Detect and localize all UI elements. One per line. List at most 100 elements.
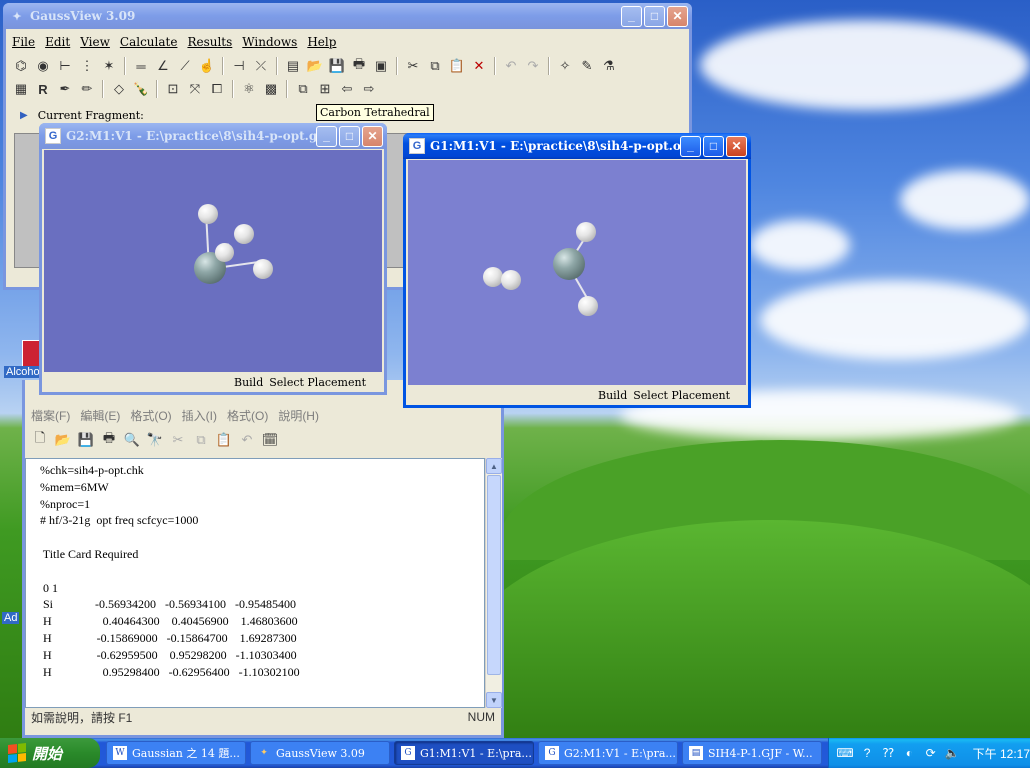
hydrogen-atom[interactable] (578, 296, 598, 316)
print-icon[interactable]: 🖶 (100, 430, 118, 449)
find-icon[interactable]: 🔭 (146, 431, 164, 449)
save-icon[interactable]: 💾 (328, 57, 346, 75)
arrow-left-icon[interactable]: ⇦ (338, 80, 356, 98)
new-icon[interactable]: 🗋 (31, 430, 49, 449)
maximize-button[interactable]: □ (703, 135, 724, 157)
open-icon[interactable]: 📂 (54, 431, 72, 449)
ring-icon[interactable]: ◉ (34, 57, 52, 75)
menu-help[interactable]: 說明(H) (278, 407, 319, 424)
arrow-right-icon[interactable]: ⇨ (360, 80, 378, 98)
maximize-button[interactable]: □ (339, 125, 360, 147)
minimize-button[interactable]: _ (680, 135, 701, 157)
hydrogen-atom[interactable] (215, 243, 234, 262)
save-icon[interactable]: 💾 (77, 431, 95, 449)
delete-icon[interactable]: ✕ (470, 57, 488, 75)
g1-molecule-window[interactable]: G G1:M1:V1 - E:\practice\8\sih4-p-opt.ou… (403, 133, 751, 408)
window-titlebar[interactable]: G G2:M1:V1 - E:\practice\8\sih4-p-opt.gj… (39, 123, 387, 149)
silicon-atom[interactable] (553, 248, 585, 280)
notepad-text-area[interactable]: %chk=sih4-p-opt.chk %mem=6MW %nproc=1 # … (25, 458, 485, 708)
undo-icon[interactable]: ↶ (502, 57, 520, 75)
task-g2[interactable]: G G2:M1:V1 - E:\pra... (538, 741, 678, 765)
menu-calculate[interactable]: Calculate (120, 35, 178, 49)
window-titlebar[interactable]: G G1:M1:V1 - E:\practice\8\sih4-p-opt.ou… (403, 133, 751, 159)
desktop-icon-label[interactable]: Alcoho (4, 366, 42, 378)
dihedral-icon[interactable]: ⟋ (176, 57, 194, 75)
menu-view[interactable]: View (80, 35, 110, 49)
vertical-scrollbar[interactable]: ▲ ▼ (485, 458, 502, 708)
copy-icon[interactable]: ⧉ (426, 57, 444, 75)
scroll-down-icon[interactable]: ▼ (486, 692, 502, 708)
paste-icon[interactable]: 📋 (215, 431, 233, 449)
notepad-window[interactable]: 檔案(F) 編輯(E) 格式(O) 插入(I) 格式(O) 說明(H) 🗋 📂 … (22, 380, 504, 738)
cascade-icon[interactable]: ⧉ (294, 80, 312, 98)
molecule-viewport[interactable] (44, 150, 382, 376)
g2-molecule-window[interactable]: G G2:M1:V1 - E:\practice\8\sih4-p-opt.gj… (39, 123, 387, 395)
menu-windows[interactable]: Windows (242, 35, 297, 49)
start-button[interactable]: 開始 (0, 738, 100, 768)
menu-file[interactable]: File (12, 35, 35, 49)
add-valence-icon[interactable]: ⊣ (230, 57, 248, 75)
r-icon[interactable]: R (34, 80, 52, 98)
clean-icon[interactable]: ✧ (556, 57, 574, 75)
menu-format[interactable]: 格式(O) (130, 407, 171, 424)
close-button[interactable]: ✕ (362, 125, 383, 147)
rebond-icon[interactable]: ⚗ (600, 57, 618, 75)
hydrogen-atom[interactable] (234, 224, 254, 244)
desktop-icon-label[interactable]: Ad (2, 612, 20, 624)
window-icon[interactable]: ⧠ (208, 80, 226, 98)
ime-icon[interactable]: ⁇ (881, 745, 895, 761)
redo-icon[interactable]: ↷ (524, 57, 542, 75)
task-g1[interactable]: G G1:M1:V1 - E:\pra... (394, 741, 534, 765)
task-word[interactable]: W Gaussian 之 14 題... (106, 741, 246, 765)
pen-icon[interactable]: ✒ (56, 80, 74, 98)
menu-edit[interactable]: Edit (45, 35, 70, 49)
symmetrize-icon[interactable]: ✎ (578, 57, 596, 75)
expand-icon[interactable]: ⤧ (186, 80, 204, 98)
hydrogen-atom[interactable] (198, 204, 218, 224)
window-titlebar[interactable]: ✦ GaussView 3.09 _ □ ✕ (3, 3, 692, 29)
task-notepad[interactable]: ▤ SIH4-P-1.GJF - W... (682, 741, 822, 765)
menu-results[interactable]: Results (187, 35, 232, 49)
minimize-button[interactable]: _ (621, 5, 642, 27)
biological-icon[interactable]: ⋮ (78, 57, 96, 75)
network-icon[interactable]: ◐ (902, 745, 916, 761)
print-icon[interactable]: 🖶 (350, 56, 368, 75)
molecule-icon[interactable]: ⚛ (240, 80, 258, 98)
inquire-icon[interactable]: ☝ (198, 57, 216, 75)
maximize-button[interactable]: □ (644, 5, 665, 27)
menu-insert[interactable]: 插入(I) (182, 407, 217, 424)
expand-triangle-icon[interactable]: ▶ (20, 110, 28, 121)
hydrogen-atom[interactable] (253, 259, 273, 279)
tile-icon[interactable]: ⊞ (316, 80, 334, 98)
image-icon[interactable]: ▣ (372, 57, 390, 75)
bond-icon[interactable]: ═ (132, 57, 150, 75)
menu-edit[interactable]: 編輯(E) (80, 407, 120, 424)
diamond-icon[interactable]: ◇ (110, 80, 128, 98)
volume-icon[interactable]: 🔈 (945, 745, 960, 761)
bottle-icon[interactable]: 🍾 (132, 80, 150, 98)
element-icon[interactable]: ⌬ (12, 57, 30, 75)
help-icon[interactable]: ? (860, 745, 874, 761)
copy-icon[interactable]: ⧉ (192, 431, 210, 449)
update-icon[interactable]: ⟳ (924, 745, 938, 761)
open-icon[interactable]: 📂 (306, 57, 324, 75)
scroll-up-icon[interactable]: ▲ (486, 458, 502, 474)
cut-icon[interactable]: ✂ (169, 431, 187, 449)
select-icon[interactable]: ▦ (12, 80, 30, 98)
hydrogen-atom[interactable] (501, 270, 521, 290)
close-button[interactable]: ✕ (667, 5, 688, 27)
new-icon[interactable]: ▤ (284, 57, 302, 75)
menu-help[interactable]: Help (307, 35, 336, 49)
keyboard-icon[interactable]: ⌨ (836, 745, 853, 761)
brush-icon[interactable]: ✏ (78, 80, 96, 98)
scroll-thumb[interactable] (487, 475, 501, 675)
hydrogen-atom[interactable] (483, 267, 503, 287)
menu-format-2[interactable]: 格式(O) (227, 407, 268, 424)
paste-icon[interactable]: 📋 (448, 57, 466, 75)
undo-icon[interactable]: ↶ (238, 431, 256, 449)
menu-file[interactable]: 檔案(F) (31, 407, 70, 424)
delete-atom-icon[interactable]: ⤫ (252, 57, 270, 75)
close-button[interactable]: ✕ (726, 135, 747, 157)
r-group-icon[interactable]: ⊢ (56, 57, 74, 75)
molecule-viewport[interactable] (408, 160, 746, 386)
